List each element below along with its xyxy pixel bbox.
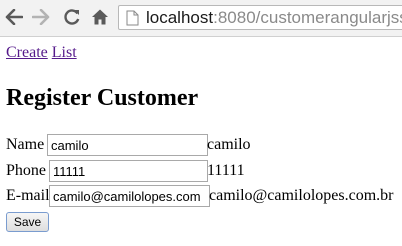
name-input[interactable] bbox=[47, 134, 208, 156]
phone-label: Phone bbox=[6, 162, 46, 179]
name-echo: camilo bbox=[207, 136, 251, 153]
email-input[interactable] bbox=[49, 185, 210, 207]
address-bar[interactable]: localhost:8080/customerangularjsspr bbox=[118, 5, 402, 30]
reload-icon bbox=[64, 9, 80, 25]
phone-input[interactable] bbox=[49, 160, 208, 182]
url-path: :8080/customerangularjsspr bbox=[213, 8, 402, 27]
save-button[interactable]: Save bbox=[6, 212, 49, 232]
email-echo: camilo@camilolopes.com.br bbox=[209, 187, 394, 204]
url-text: localhost:8080/customerangularjsspr bbox=[146, 8, 402, 28]
browser-toolbar: localhost:8080/customerangularjsspr bbox=[0, 0, 402, 37]
home-icon bbox=[92, 9, 108, 25]
name-label: Name bbox=[6, 136, 45, 153]
reload-button[interactable] bbox=[62, 7, 82, 27]
nav-links: Create List bbox=[6, 44, 77, 62]
page-title: Register Customer bbox=[6, 85, 199, 111]
list-link[interactable]: List bbox=[52, 44, 77, 61]
arrow-right-icon bbox=[32, 9, 50, 25]
arrow-left-icon bbox=[5, 9, 23, 25]
back-button[interactable] bbox=[4, 7, 24, 27]
phone-echo: 11111 bbox=[207, 162, 245, 179]
page-icon bbox=[126, 10, 139, 26]
url-host: localhost bbox=[146, 8, 214, 27]
home-button[interactable] bbox=[90, 7, 110, 27]
email-label: E-mail bbox=[6, 187, 50, 204]
create-link[interactable]: Create bbox=[6, 44, 48, 61]
forward-button[interactable] bbox=[31, 7, 51, 27]
